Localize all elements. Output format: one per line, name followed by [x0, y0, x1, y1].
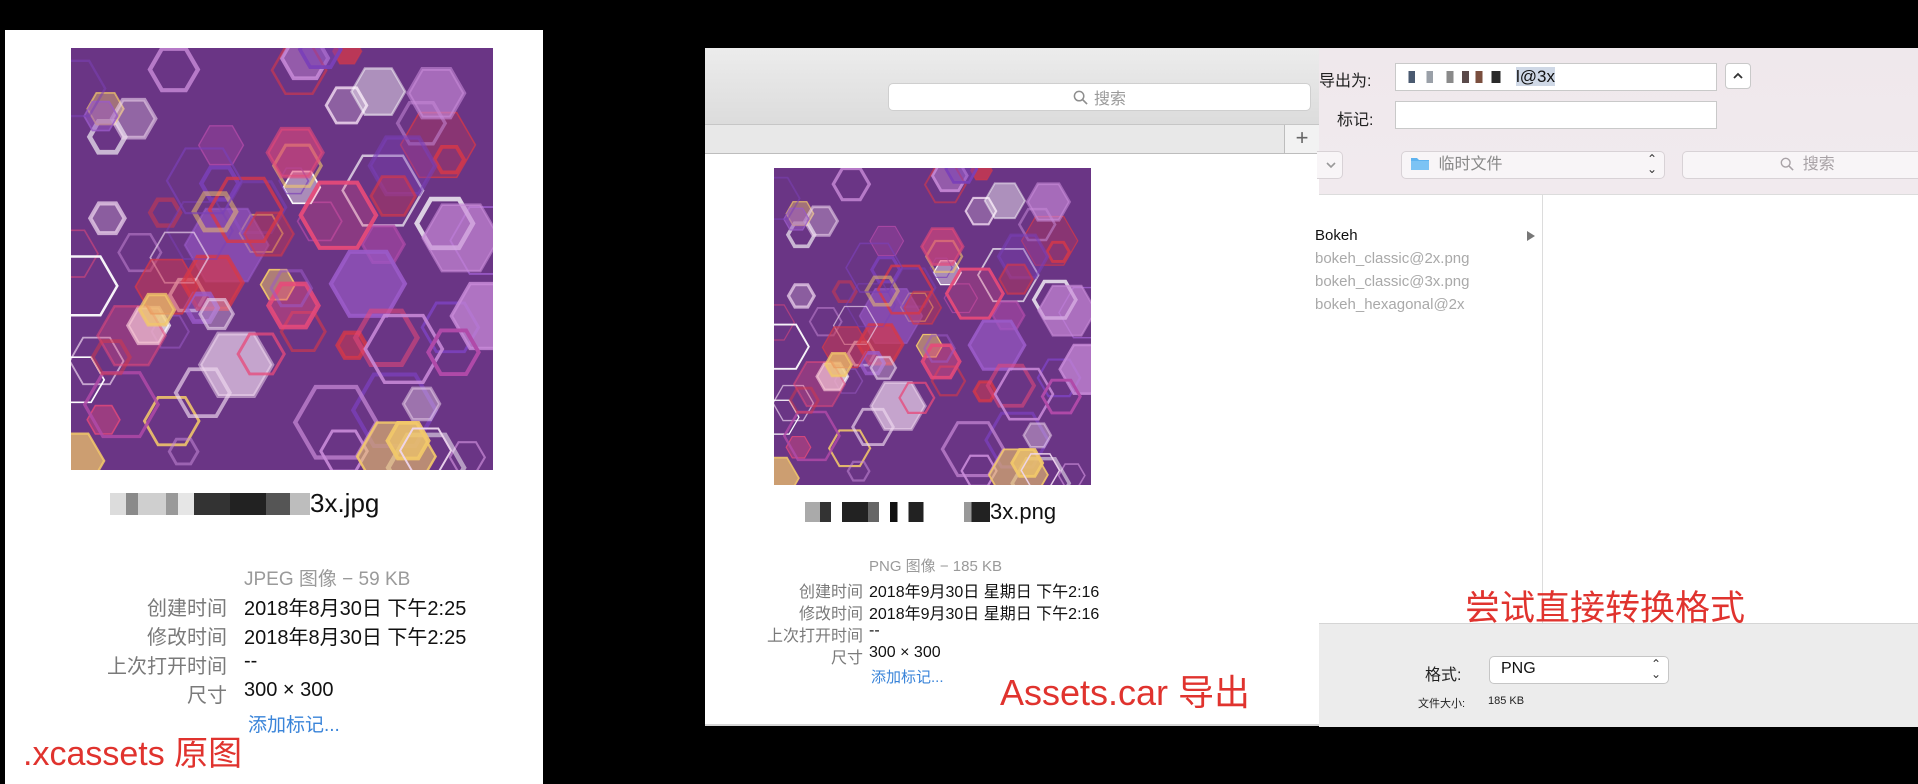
- location-text: 临时文件: [1438, 156, 1503, 173]
- search-placeholder: 搜索: [1802, 156, 1835, 173]
- dialog-search-field[interactable]: 搜索: [1682, 151, 1918, 179]
- location-popup[interactable]: 临时文件 ⌃ ⌄: [1401, 151, 1665, 179]
- preview-image: [71, 48, 493, 470]
- list-item[interactable]: bokeh_hexagonal@2x: [1315, 296, 1469, 313]
- annotation-export: Assets.car 导出: [1000, 672, 1251, 713]
- annotation-original: .xcassets 原图: [23, 735, 243, 773]
- file-name-suffix: 3x.png: [990, 499, 1057, 524]
- export-as-value: l@3x: [1516, 67, 1555, 86]
- metadata-value: --: [244, 650, 258, 672]
- file-name: 3x.jpg: [110, 488, 379, 519]
- metadata-row: 创建时间 2018年9月30日 星期日 下午2:16: [705, 578, 1319, 601]
- metadata-label: 上次打开时间: [107, 656, 227, 678]
- kind-text: PNG 图像 − 185 KB: [869, 558, 1002, 575]
- path-bar: +: [705, 125, 1319, 154]
- export-as-label: 导出为:: [1319, 73, 1372, 90]
- metadata-value: 300 × 300: [244, 679, 334, 701]
- expand-dialog-button[interactable]: [1725, 63, 1751, 89]
- tags-label: 标记:: [1337, 112, 1374, 129]
- metadata-value: 2018年9月30日 星期日 下午2:16: [869, 606, 1100, 623]
- metadata-label: 修改时间: [798, 606, 863, 623]
- add-button[interactable]: +: [1284, 125, 1319, 153]
- export-as-field[interactable]: l@3x: [1395, 63, 1717, 91]
- format-popup[interactable]: PNG ⌃ ⌄: [1489, 656, 1669, 684]
- filesize-value: 185 KB: [1488, 695, 1525, 707]
- file-name: 3x.png: [805, 499, 1056, 525]
- tags-field[interactable]: [1395, 101, 1717, 129]
- add-tags-link[interactable]: 添加标记...: [248, 710, 340, 737]
- search-icon: [1073, 90, 1088, 105]
- metadata-value: 2018年8月30日 下午2:25: [244, 598, 467, 620]
- metadata-label: 修改时间: [147, 627, 227, 649]
- redacted-name: [1404, 71, 1516, 83]
- metadata-row: 尺寸 300 × 300: [705, 644, 1319, 667]
- window-toolbar: 搜索: [705, 48, 1319, 125]
- chevron-down-icon: [1326, 162, 1336, 169]
- metadata-value: 2018年9月30日 星期日 下午2:16: [869, 584, 1100, 601]
- metadata-row: 尺寸 300 × 300: [5, 679, 543, 707]
- original-file-info-panel: 3x.jpg JPEG 图像 − 59 KB 创建时间 2018年8月30日 下…: [5, 30, 543, 784]
- search-icon: [1780, 157, 1794, 171]
- metadata-label: 上次打开时间: [766, 628, 863, 645]
- search-field[interactable]: 搜索: [888, 83, 1311, 111]
- metadata-value: 2018年8月30日 下午2:25: [244, 627, 467, 649]
- bottom-edge: [705, 724, 1319, 726]
- folder-icon: [1411, 158, 1429, 170]
- metadata-row: 修改时间 2018年9月30日 星期日 下午2:16: [705, 600, 1319, 623]
- file-kind: PNG 图像 − 185 KB: [869, 555, 1002, 576]
- format-label: 格式:: [1425, 667, 1462, 684]
- metadata-label: 创建时间: [147, 598, 227, 620]
- metadata-label: 创建时间: [798, 584, 863, 601]
- add-tags-link[interactable]: 添加标记...: [871, 666, 944, 687]
- list-item[interactable]: bokeh_classic@3x.png: [1315, 273, 1473, 290]
- file-kind: JPEG 图像 − 59 KB: [244, 564, 410, 591]
- file-name-text: bokeh_classic@2x.png: [1315, 250, 1470, 267]
- disclosure-triangle-icon: [1527, 231, 1535, 241]
- view-mode-popup[interactable]: [1317, 151, 1343, 179]
- kind-text: JPEG 图像 − 59 KB: [244, 569, 411, 590]
- bokeh-artwork: [774, 168, 1091, 485]
- chevron-up-icon: [1733, 72, 1743, 79]
- file-name-text: Bokeh: [1315, 227, 1358, 244]
- exported-file-info-panel: 搜索 + 3x.png PNG 图像 − 185 KB 创建时间 2018年9月…: [705, 48, 1319, 726]
- filesize-label: 文件大小:: [1418, 698, 1466, 710]
- metadata-value: 300 × 300: [869, 644, 941, 661]
- file-name-text: bokeh_hexagonal@2x: [1315, 296, 1465, 313]
- updown-arrows-icon: ⌃ ⌄: [1650, 657, 1661, 681]
- format-value: PNG: [1501, 660, 1536, 677]
- file-name-text: bokeh_classic@3x.png: [1315, 273, 1470, 290]
- file-name-suffix: 3x.jpg: [310, 488, 380, 518]
- preview-image: [774, 168, 1091, 485]
- metadata-row: 修改时间 2018年8月30日 下午2:25: [5, 621, 543, 649]
- metadata-label: 尺寸: [187, 685, 227, 707]
- list-item-folder[interactable]: Bokeh: [1315, 227, 1542, 244]
- metadata-row: 上次打开时间 --: [705, 622, 1319, 645]
- bokeh-artwork: [71, 48, 493, 470]
- metadata-label: 尺寸: [830, 650, 863, 667]
- list-item[interactable]: bokeh_classic@2x.png: [1315, 250, 1473, 267]
- export-save-dialog: 导出为: l@3x 标记: 临时文件 ⌃ ⌄ 搜索 Bokeh bokeh_cla…: [1315, 48, 1918, 727]
- dialog-options-bar: 格式: PNG ⌃ ⌄ 文件大小: 185 KB: [1319, 623, 1918, 727]
- metadata-row: 创建时间 2018年8月30日 下午2:25: [5, 592, 543, 620]
- metadata-value: --: [869, 622, 880, 639]
- search-placeholder: 搜索: [1093, 91, 1126, 108]
- metadata-row: 上次打开时间 --: [5, 650, 543, 678]
- updown-arrows-icon: ⌃ ⌄: [1646, 152, 1657, 176]
